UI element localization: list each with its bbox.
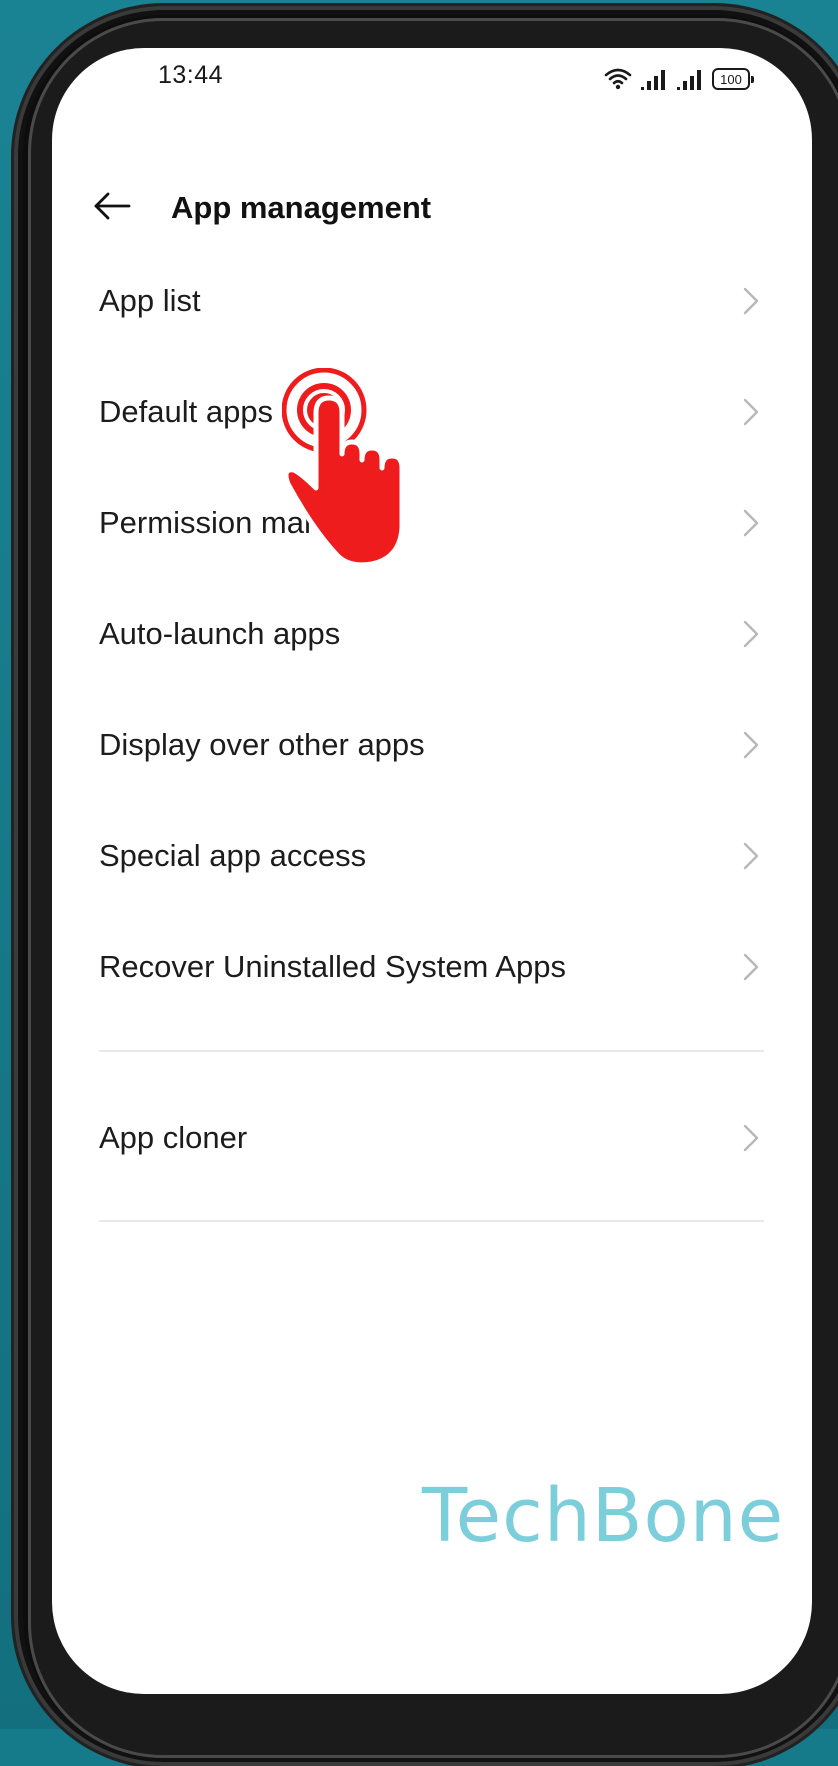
menu-item-label: Default apps: [99, 394, 274, 429]
menu-item-label: Auto-launch apps: [99, 616, 341, 651]
wifi-icon: [604, 66, 632, 90]
arrow-left-icon: [93, 191, 131, 226]
watermark-logo: TechBone: [422, 1473, 785, 1559]
section-divider: [99, 1220, 764, 1222]
back-button[interactable]: [88, 184, 136, 232]
signal-icon: [640, 68, 668, 90]
chevron-right-icon: [743, 842, 759, 870]
menu-item-app-list[interactable]: App list: [52, 251, 812, 351]
chevron-right-icon: [743, 398, 759, 426]
status-bar: 13:44 100: [52, 48, 812, 108]
menu-item-label: App list: [99, 283, 201, 318]
app-header: App management: [52, 168, 812, 248]
menu-item-recover-uninstalled-system-apps[interactable]: Recover Uninstalled System Apps: [52, 917, 812, 1017]
chevron-right-icon: [743, 953, 759, 981]
menu-item-default-apps[interactable]: Default apps: [52, 362, 812, 462]
menu-item-display-over-other-apps[interactable]: Display over other apps: [52, 695, 812, 795]
menu-item-label: Recover Uninstalled System Apps: [99, 949, 566, 984]
menu-item-auto-launch-apps[interactable]: Auto-launch apps: [52, 584, 812, 684]
chevron-right-icon: [743, 1124, 759, 1152]
menu-item-label: Display over other apps: [99, 727, 425, 762]
status-time: 13:44: [158, 61, 224, 89]
battery-icon: 100: [712, 68, 754, 90]
chevron-right-icon: [743, 620, 759, 648]
status-icons: 100: [604, 62, 754, 90]
signal-icon: [676, 68, 704, 90]
menu-item-special-app-access[interactable]: Special app access: [52, 806, 812, 906]
menu-item-label: Special app access: [99, 838, 367, 873]
menu-item-app-cloner[interactable]: App cloner: [52, 1088, 812, 1188]
menu-item-permission-manager[interactable]: Permission manager: [52, 473, 812, 573]
chevron-right-icon: [743, 731, 759, 759]
phone-screen: 13:44 100 App management App list Defaul…: [52, 48, 812, 1694]
page-title: App management: [171, 190, 432, 225]
menu-item-label: App cloner: [99, 1120, 248, 1155]
chevron-right-icon: [743, 287, 759, 315]
menu-item-label: Permission manager: [99, 505, 384, 540]
chevron-right-icon: [743, 509, 759, 537]
section-divider: [99, 1050, 764, 1052]
